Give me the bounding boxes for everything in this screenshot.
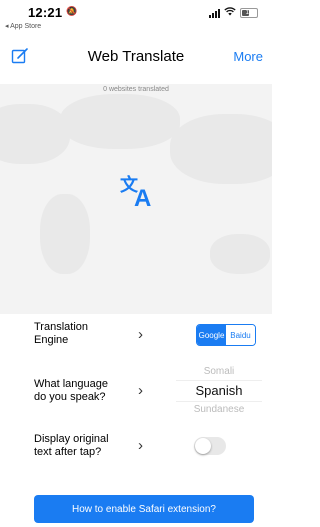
picker-option[interactable]: Sundanese [176,402,262,418]
translate-logo-icon: 文 A [118,172,158,213]
chevron-right-icon: › [138,437,143,454]
chevron-right-icon: › [138,326,143,343]
signal-icon [209,8,220,18]
status-bar: 12:21 🔕 ◂ App Store 10 [0,0,272,40]
svg-text:A: A [134,185,151,208]
enable-safari-extension-button[interactable]: How to enable Safari extension? [34,495,254,523]
language-label: What language do you speak? [34,378,108,403]
display-original-label: Display original text after tap? [34,433,109,458]
map-continent-shape [40,194,90,274]
battery-icon: 10 [240,8,258,18]
translated-count: 0 websites translated [103,86,169,93]
back-to-app-store-link[interactable]: ◂ App Store [5,22,41,30]
system-icons: 10 [209,7,258,19]
page-title: Web Translate [87,48,185,65]
map-continent-shape [0,104,70,164]
more-button[interactable]: More [233,49,263,64]
navigation-bar: Web Translate More [0,38,272,74]
clock: 12:21 [28,5,63,20]
engine-option-baidu[interactable]: Baidu [226,325,255,345]
translation-engine-label: Translation Engine [34,321,89,346]
language-row[interactable]: What language do you speak? › Somali Spa… [0,362,272,418]
toggle-knob [195,438,211,454]
battery-level: 10 [245,10,253,16]
silent-bell-icon: 🔕 [66,6,78,16]
translation-engine-row[interactable]: Translation Engine › Google Baidu [0,320,272,350]
map-continent-shape [170,114,272,184]
picker-option[interactable]: Somali [176,364,262,380]
map-continent-shape [60,94,180,149]
wifi-icon [224,7,236,19]
display-original-row[interactable]: Display original text after tap? › [0,432,272,462]
display-original-toggle[interactable] [194,437,226,455]
engine-option-google[interactable]: Google [197,325,226,345]
picker-selected[interactable]: Spanish [176,380,262,402]
engine-segmented-control[interactable]: Google Baidu [196,324,256,346]
language-picker[interactable]: Somali Spanish Sundanese [176,364,262,418]
chevron-right-icon: › [138,382,143,399]
hero-panel: 0 websites translated 文 A [0,84,272,314]
map-continent-shape [210,234,270,274]
